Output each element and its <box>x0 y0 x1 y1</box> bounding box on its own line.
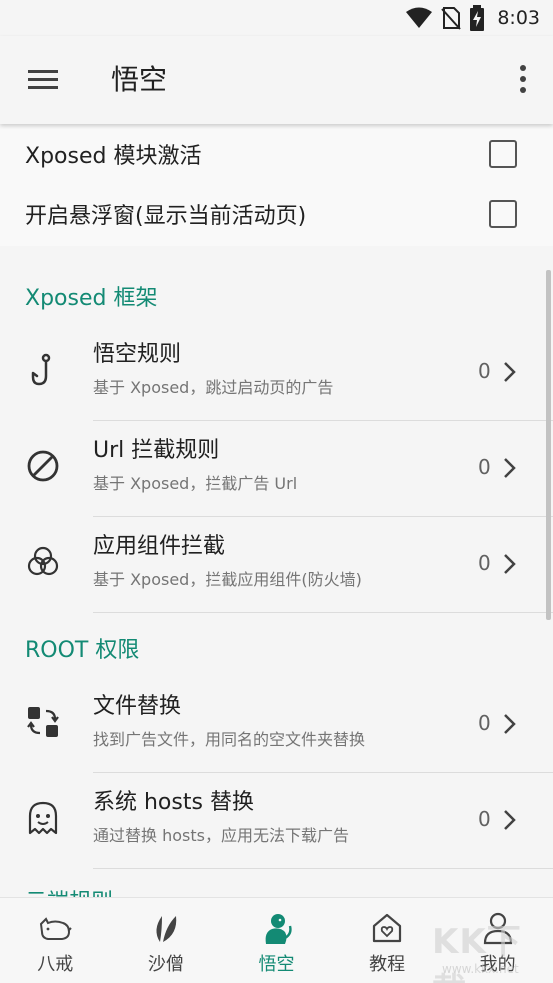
list-item-hosts-replace[interactable]: 系统 hosts 替换 通过替换 hosts，应用无法下载广告 0 <box>0 773 553 869</box>
divider <box>93 612 553 613</box>
rules-list[interactable]: Xposed 框架 悟空规则 基于 Xposed，跳过启动页的广告 0 Url … <box>0 262 553 897</box>
item-title: 系统 hosts 替换 <box>93 790 254 815</box>
item-count: 0 <box>478 359 491 383</box>
item-title: 悟空规则 <box>93 342 182 367</box>
block-icon <box>27 450 59 482</box>
item-subtitle: 通过替换 hosts，应用无法下载广告 <box>93 826 349 845</box>
page-title: 悟空 <box>111 63 168 96</box>
floating-window-row[interactable]: 开启悬浮窗(显示当前活动页) <box>0 184 553 244</box>
section-header-root: ROOT 权限 <box>25 638 140 663</box>
xposed-activation-checkbox[interactable] <box>489 140 517 168</box>
tab-label: 教程 <box>369 954 406 975</box>
list-item-wukong-rules[interactable]: 悟空规则 基于 Xposed，跳过启动页的广告 0 <box>0 325 553 421</box>
item-count: 0 <box>478 807 491 831</box>
list-item-file-replace[interactable]: 文件替换 找到广告文件，用同名的空文件夹替换 0 <box>0 677 553 773</box>
settings-card: Xposed 模块激活 开启悬浮窗(显示当前活动页) <box>0 124 553 246</box>
leaf-icon <box>156 916 177 942</box>
list-item-component-block[interactable]: 应用组件拦截 基于 Xposed，拦截应用组件(防火墙) 0 <box>0 517 553 613</box>
no-sim-icon <box>441 7 462 30</box>
tab-shaseng[interactable]: 沙僧 <box>111 898 222 983</box>
item-title: 应用组件拦截 <box>93 534 226 559</box>
status-time: 8:03 <box>497 7 540 29</box>
ghost-icon <box>28 801 58 835</box>
chevron-right-icon <box>504 810 516 830</box>
setting-label: Xposed 模块激活 <box>25 144 202 169</box>
file-swap-icon <box>27 707 59 737</box>
tab-label: 八戒 <box>37 954 74 975</box>
status-bar: 8:03 <box>0 0 553 36</box>
xposed-activation-row[interactable]: Xposed 模块激活 <box>0 124 553 184</box>
components-icon <box>27 546 59 576</box>
item-title: 文件替换 <box>93 694 182 719</box>
tab-label: 悟空 <box>258 954 295 975</box>
setting-label: 开启悬浮窗(显示当前活动页) <box>25 204 307 229</box>
chevron-right-icon <box>504 554 516 574</box>
wifi-icon <box>406 7 433 28</box>
tab-tutorial[interactable]: 教程 <box>332 898 443 983</box>
chevron-right-icon <box>504 714 516 734</box>
item-subtitle: 基于 Xposed，拦截广告 Url <box>93 474 298 493</box>
tab-bajie[interactable]: 八戒 <box>0 898 111 983</box>
scrollbar[interactable] <box>546 270 551 620</box>
divider <box>93 868 553 869</box>
floating-window-checkbox[interactable] <box>489 200 517 228</box>
home-heart-icon <box>372 913 402 943</box>
pig-icon <box>40 917 73 940</box>
list-item-url-block-rules[interactable]: Url 拦截规则 基于 Xposed，拦截广告 Url 0 <box>0 421 553 517</box>
monkey-icon <box>266 914 293 944</box>
section-header-xposed: Xposed 框架 <box>25 286 158 311</box>
item-count: 0 <box>478 455 491 479</box>
tab-label: 沙僧 <box>147 954 184 975</box>
item-count: 0 <box>478 711 491 735</box>
menu-icon[interactable] <box>22 64 62 96</box>
item-subtitle: 基于 Xposed，拦截应用组件(防火墙) <box>93 570 362 589</box>
more-vert-icon[interactable] <box>515 62 531 98</box>
battery-charging-icon <box>470 5 485 31</box>
watermark: KK下载 www.kkx.net <box>432 906 552 983</box>
chevron-right-icon <box>504 458 516 478</box>
watermark-url: www.kkx.net <box>442 962 519 976</box>
hook-icon <box>31 353 51 386</box>
item-subtitle: 找到广告文件，用同名的空文件夹替换 <box>93 730 366 749</box>
tab-wukong[interactable]: 悟空 <box>221 898 332 983</box>
chevron-right-icon <box>504 362 516 382</box>
section-header-cloud: 云端规则 <box>25 884 113 897</box>
item-title: Url 拦截规则 <box>93 438 220 463</box>
item-subtitle: 基于 Xposed，跳过启动页的广告 <box>93 378 334 397</box>
item-count: 0 <box>478 551 491 575</box>
app-bar: 悟空 <box>0 36 553 124</box>
